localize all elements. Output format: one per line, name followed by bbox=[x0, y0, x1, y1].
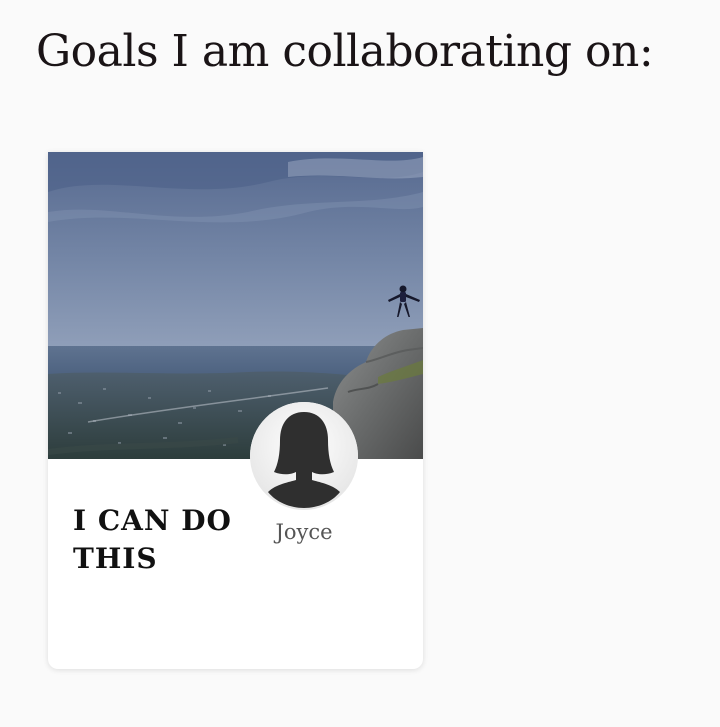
goal-card[interactable]: Joyce I CAN DO THIS bbox=[48, 152, 423, 669]
collaborator-name: Joyce bbox=[275, 520, 333, 544]
female-silhouette-avatar-icon bbox=[250, 402, 358, 510]
goal-title: I CAN DO THIS bbox=[73, 504, 232, 575]
page-heading: Goals I am collaborating on: bbox=[36, 26, 654, 77]
collaborator[interactable]: Joyce bbox=[250, 402, 358, 544]
page: Goals I am collaborating on: Joyce I CAN… bbox=[0, 0, 720, 727]
goal-card-image bbox=[48, 152, 423, 459]
